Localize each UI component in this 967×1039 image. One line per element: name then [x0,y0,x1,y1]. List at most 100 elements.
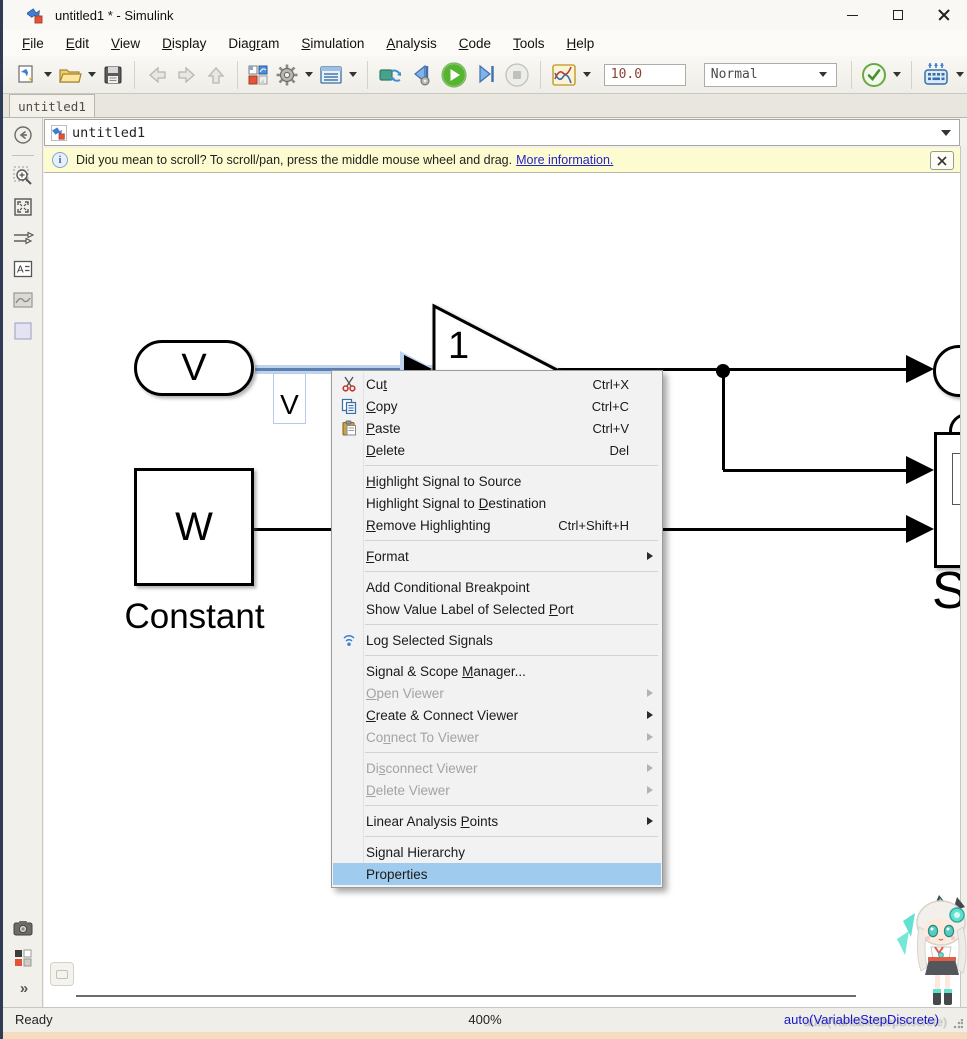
build-model-dropdown[interactable] [955,72,964,77]
stop-button[interactable] [501,61,533,89]
menu-simulation[interactable]: Simulation [290,32,375,55]
menu-item-linear-analysis-points[interactable]: Linear Analysis Points [333,810,661,832]
model-canvas[interactable]: V V 1 W Constant S Cut Ctrl+X Copy Ctrl+C Pa… [44,173,960,1007]
resize-grip-icon[interactable] [953,1019,963,1029]
menu-item-add-conditional-breakpoint[interactable]: Add Conditional Breakpoint [333,576,661,598]
update-diagram-button[interactable] [375,61,407,89]
up-to-parent-button[interactable] [202,61,230,89]
vertical-scrollbar[interactable] [960,146,967,1007]
maximize-button[interactable] [875,0,921,30]
camera-icon [13,921,33,936]
close-icon [937,155,947,166]
menu-item-shortcut: Ctrl+Shift+H [558,517,629,533]
screenshot-button[interactable] [12,917,34,939]
minimize-button[interactable] [829,0,875,30]
breadcrumb-model-name[interactable]: untitled1 [72,125,145,141]
menu-item-create-connect-viewer[interactable]: Create & Connect Viewer [333,704,661,726]
save-button[interactable] [99,61,127,89]
horizontal-scrollbar-thumb[interactable] [76,995,856,997]
build-model-button[interactable] [919,61,953,89]
annotation-button[interactable]: A [12,258,34,280]
fit-to-view-button[interactable] [12,196,34,218]
model-explorer-button[interactable] [316,61,346,89]
library-badge-button[interactable] [12,947,34,969]
inport-block[interactable]: V [134,340,254,396]
menu-item-highlight-signal-to-destination[interactable]: Highlight Signal to Destination [333,492,661,514]
sidebar-separator [12,155,34,156]
step-back-button[interactable] [407,61,437,89]
menu-item-highlight-signal-to-source[interactable]: Highlight Signal to Source [333,470,661,492]
outport-block[interactable] [933,345,960,397]
content-preview-badge[interactable] [50,962,74,986]
close-button[interactable] [921,0,967,30]
simulation-pacing-button[interactable] [548,61,580,89]
menu-item-delete[interactable]: Delete Del [333,439,661,461]
menu-item-show-value-label-of-selected-port[interactable]: Show Value Label of Selected Port [333,598,661,620]
menu-analysis[interactable]: Analysis [375,32,447,55]
forward-button[interactable] [172,61,202,89]
menu-display[interactable]: Display [151,32,217,55]
menu-edit[interactable]: Edit [55,32,100,55]
menu-code[interactable]: Code [448,32,502,55]
menu-item-open-viewer: Open Viewer [333,682,661,704]
tab-untitled1[interactable]: untitled1 [9,94,95,117]
library-browser-button[interactable] [244,61,272,89]
gain-block-value: 1 [448,325,470,367]
menu-item-signal-hierarchy[interactable]: Signal Hierarchy [333,841,661,863]
back-button[interactable] [142,61,172,89]
menu-file[interactable]: File [11,32,55,55]
stop-time-input[interactable] [603,63,686,86]
zoom-tool-button[interactable] [12,165,34,187]
menu-item-properties[interactable]: Properties [333,863,661,885]
menu-diagram[interactable]: Diagram [217,32,290,55]
menu-view[interactable]: View [100,32,151,55]
simulation-mode-select[interactable]: Normal [703,62,837,87]
menu-item-format[interactable]: Format [333,545,661,567]
model-explorer-icon [320,65,343,84]
step-forward-icon [479,64,494,83]
signal-routing-button[interactable] [12,227,34,249]
wire-branch-vertical[interactable] [722,369,725,470]
run-button[interactable] [437,61,471,89]
menu-item-label: Paste [366,420,401,436]
menu-item-paste[interactable]: Paste Ctrl+V [333,417,661,439]
menu-help[interactable]: Help [556,32,606,55]
notification-more-info-link[interactable]: More information. [516,153,613,167]
open-button[interactable] [55,61,85,89]
menu-item-cut[interactable]: Cut Ctrl+X [333,373,661,395]
new-model-icon [18,64,34,83]
constant-block[interactable]: W [134,468,254,586]
menu-item-label: Add Conditional Breakpoint [366,579,530,595]
context-menu-separator [365,655,658,656]
constant-block-value: W [175,504,213,549]
simulation-pacing-dropdown[interactable] [582,72,591,77]
new-model-button[interactable] [13,61,41,89]
menu-item-signal-scope-manager[interactable]: Signal & Scope Manager... [333,660,661,682]
step-forward-button[interactable] [471,61,501,89]
menu-item-copy[interactable]: Copy Ctrl+C [333,395,661,417]
wire-branch-to-scope[interactable] [723,469,909,472]
model-advisor-button[interactable] [858,61,890,89]
new-model-dropdown[interactable] [44,72,52,77]
signal-name-label[interactable]: V [273,373,306,424]
hide-browser-button[interactable] [12,124,34,146]
toolbar-separator [911,60,912,89]
submenu-arrow-icon [643,764,657,772]
expand-palette-button[interactable]: » [12,977,34,999]
menu-item-log-selected-signals[interactable]: Log Selected Signals [333,629,661,651]
breadcrumb-dropdown-icon[interactable] [941,129,951,136]
notification-close-button[interactable] [930,151,954,170]
menu-item-label: Highlight Signal to Destination [366,495,547,511]
branch-point[interactable] [716,364,730,378]
model-explorer-dropdown[interactable] [349,72,358,77]
menu-item-remove-highlighting[interactable]: Remove Highlighting Ctrl+Shift+H [333,514,661,536]
area-select-button[interactable] [12,320,34,342]
scope-block[interactable] [934,432,960,568]
menu-tools[interactable]: Tools [502,32,556,55]
image-annotation-button[interactable] [12,289,34,311]
model-advisor-dropdown[interactable] [893,72,902,77]
model-settings-dropdown[interactable] [305,72,314,77]
open-dropdown[interactable] [88,72,96,77]
model-settings-button[interactable] [272,61,302,89]
model-node-icon [51,124,67,141]
